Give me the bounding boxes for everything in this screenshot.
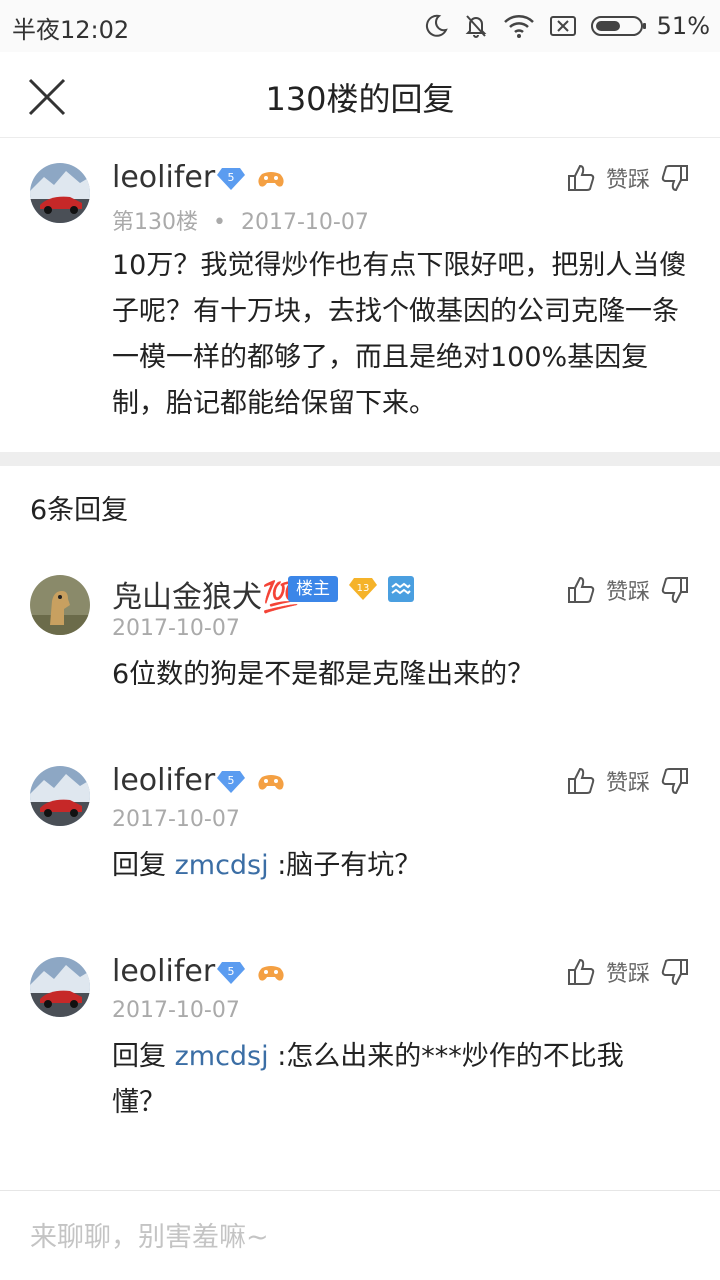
reply-prefix: 回复 [112, 1041, 166, 1072]
status-icons: 51% [423, 8, 710, 44]
vote-controls: 赞踩 [566, 162, 690, 194]
thumbs-down-icon[interactable] [660, 957, 690, 987]
floor-number: 第130楼 [112, 210, 198, 235]
post-meta: 第130楼 • 2017-10-07 [112, 204, 369, 236]
vote-controls: 赞踩 [566, 765, 690, 797]
reply-item: 凫山金狼犬💯 楼主 13 2017-10-07 赞踩 6位数的狗是不是都是克隆出… [0, 550, 720, 710]
bell-off-icon [465, 15, 487, 38]
thumbs-up-icon[interactable] [566, 163, 596, 193]
reply-prefix: 回复 [112, 850, 166, 881]
post-date: 2017-10-07 [112, 998, 240, 1023]
thumbs-down-icon[interactable] [660, 575, 690, 605]
username[interactable]: leolifer [112, 763, 215, 798]
aquarius-icon [388, 576, 414, 602]
level-number: 5 [228, 171, 235, 184]
reply-body: :脑子有坑？ [268, 850, 422, 881]
reply-to-link[interactable]: zmcdsj [175, 1041, 269, 1072]
reply-text: 6位数的狗是不是都是克隆出来的？ [112, 659, 535, 690]
section-divider [0, 452, 720, 466]
battery-icon [590, 16, 646, 36]
reply-text: 回复 zmcdsj :脑子有坑？ [112, 843, 692, 889]
reply-text: 回复 zmcdsj :怎么出来的***炒作的不比我懂？ [112, 1034, 672, 1126]
username[interactable]: leolifer [112, 160, 215, 195]
reply-item: leolifer 5 2017-10-07 赞踩 回复 zmcdsj :脑子有坑… [0, 741, 720, 901]
moon-icon [425, 14, 448, 37]
level-number: 5 [228, 774, 235, 787]
page-title: 130楼的回复 [265, 80, 455, 118]
vote-controls: 赞踩 [566, 574, 690, 606]
gamepad-icon [258, 966, 284, 981]
level-badge-icon: 13 [349, 578, 377, 600]
meta-separator: • [213, 210, 226, 235]
vote-label: 赞踩 [605, 771, 650, 796]
username-text: leolifer [112, 160, 216, 195]
vote-label: 赞踩 [605, 580, 650, 605]
status-bar: 半夜12:02 51% [0, 0, 720, 52]
reply-item: leolifer 5 2017-10-07 赞踩 回复 zmcdsj :怎么出来… [0, 932, 720, 1152]
thumbs-down-icon[interactable] [660, 163, 690, 193]
level-gem-icon: 5 [217, 168, 245, 190]
owner-badge: 楼主 [288, 576, 338, 602]
username-text: leolifer [112, 954, 216, 989]
nav-bar: 130楼的回复 [0, 52, 720, 138]
main-post: leolifer 5 第130楼 • 2017-10-07 赞踩 10万？我觉得… [0, 138, 720, 452]
avatar[interactable] [30, 163, 90, 223]
thumbs-up-icon[interactable] [566, 575, 596, 605]
level-number: 5 [228, 965, 235, 978]
battery-percent: 51% [656, 12, 710, 40]
post-date: 2017-10-07 [112, 616, 240, 641]
level-gem-icon: 5 [217, 962, 245, 984]
vote-label: 赞踩 [605, 168, 650, 193]
comment-input-bar [0, 1190, 720, 1280]
avatar[interactable] [30, 957, 90, 1017]
gamepad-icon [258, 775, 284, 790]
level-gem-icon: 5 [217, 771, 245, 793]
avatar[interactable] [30, 575, 90, 635]
wifi-icon [503, 15, 534, 38]
vote-label: 赞踩 [605, 962, 650, 987]
post-text: 10万？我觉得炒作也有点下限好吧，把别人当傻子呢？有十万块，去找个做基因的公司克… [112, 250, 687, 419]
no-sim-icon [549, 16, 576, 36]
gamepad-icon [258, 172, 284, 187]
reply-to-link[interactable]: zmcdsj [175, 850, 269, 881]
vote-controls: 赞踩 [566, 956, 690, 988]
username[interactable]: leolifer [112, 954, 215, 989]
username[interactable]: 凫山金狼犬💯 [112, 572, 299, 616]
status-time: 半夜12:02 [12, 16, 130, 44]
post-date: 2017-10-07 [240, 210, 369, 235]
comment-input[interactable] [30, 1215, 670, 1259]
avatar[interactable] [30, 766, 90, 826]
thumbs-up-icon[interactable] [566, 957, 596, 987]
thumbs-up-icon[interactable] [566, 766, 596, 796]
thumbs-down-icon[interactable] [660, 766, 690, 796]
post-date: 2017-10-07 [112, 807, 240, 832]
level-number: 13 [357, 583, 370, 594]
username-text: 凫山金狼犬💯 [112, 580, 300, 615]
username-text: leolifer [112, 763, 216, 798]
reply-count: 6条回复 [30, 495, 129, 526]
